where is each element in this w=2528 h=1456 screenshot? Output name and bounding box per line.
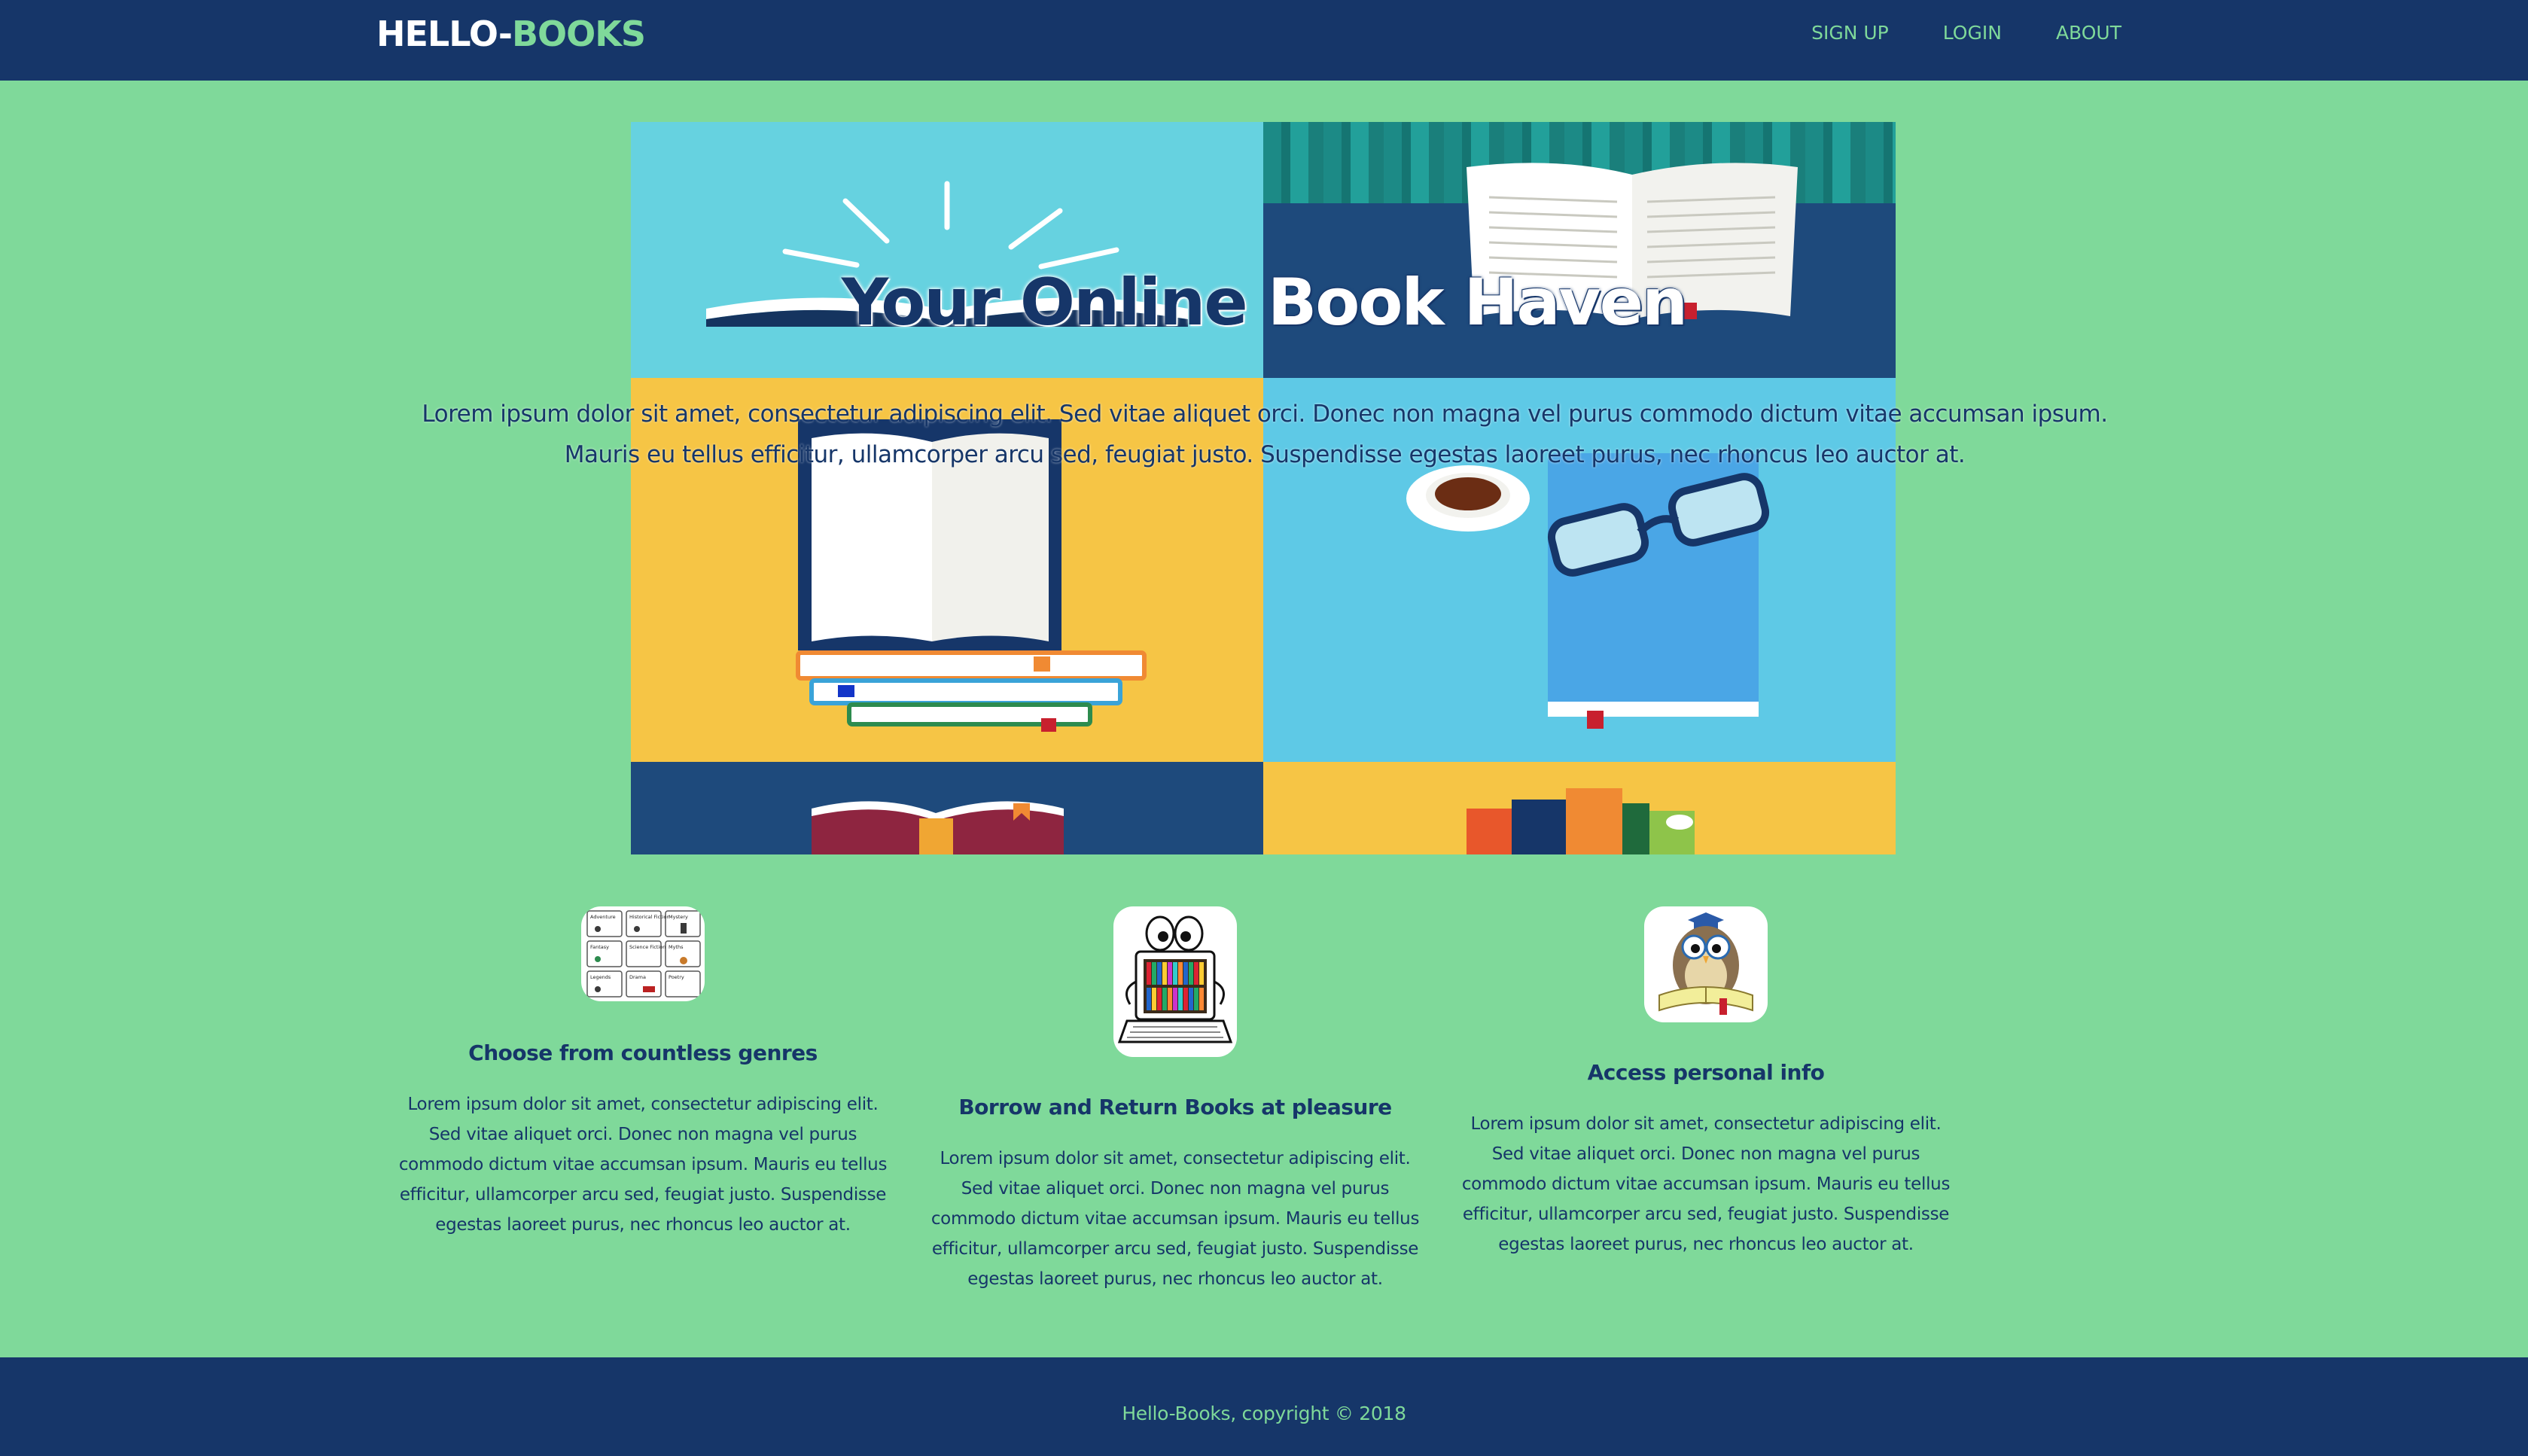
feature-borrow-title: Borrow and Return Books at pleasure — [958, 1095, 1392, 1119]
footer: Hello-Books, copyright © 2018 — [0, 1357, 2528, 1456]
hero-title-part2: Book Haven — [1267, 265, 1688, 340]
feature-personal-info-text: Lorem ipsum dolor sit amet, consectetur … — [1461, 1114, 1951, 1254]
genre-label: Adventure — [590, 914, 616, 920]
feature-personal-info-title: Access personal info — [1587, 1060, 1825, 1085]
footer-copyright: Hello-Books, copyright © 2018 — [1122, 1403, 1406, 1424]
genre-label: Historical Fiction — [629, 914, 670, 920]
hero-title: Your Online Book Haven — [0, 265, 2528, 340]
feature-borrow: Borrow and Return Books at pleasure Lore… — [927, 906, 1424, 1294]
feature-genres: Adventure Historical Fiction Mystery Fan… — [394, 906, 891, 1240]
brand-books: BOOKS — [511, 14, 646, 54]
nav-about-link[interactable]: ABOUT — [2056, 22, 2121, 44]
feature-borrow-text: Lorem ipsum dolor sit amet, consectetur … — [930, 1149, 1420, 1289]
brand-hello: HELLO- — [376, 14, 513, 54]
genre-label: Poetry — [669, 974, 684, 980]
genres-grid-icon: Adventure Historical Fiction Mystery Fan… — [581, 906, 705, 1001]
feature-genres-title: Choose from countless genres — [468, 1040, 818, 1065]
feature-genres-text: Lorem ipsum dolor sit amet, consectetur … — [398, 1095, 888, 1235]
genre-label: Fantasy — [590, 944, 609, 950]
hero-illustration — [706, 163, 1798, 854]
feature-personal-info: Access personal info Lorem ipsum dolor s… — [1457, 906, 1954, 1260]
genre-label: Legends — [590, 974, 611, 980]
owl-reading-icon — [1644, 906, 1768, 1022]
genre-label: Drama — [629, 974, 646, 980]
genre-label: Myths — [669, 944, 684, 950]
nav-login-link[interactable]: LOGIN — [1943, 22, 2002, 44]
hero-image — [631, 122, 1896, 854]
nav-signup-link[interactable]: SIGN UP — [1811, 22, 1889, 44]
brand-logo[interactable]: HELLO-BOOKS — [376, 11, 646, 57]
navbar: HELLO-BOOKS SIGN UP LOGIN ABOUT — [0, 0, 2528, 81]
nav-links: SIGN UP LOGIN ABOUT — [1811, 0, 2121, 65]
genre-label: Mystery — [669, 914, 688, 920]
genre-label: Science Fiction — [629, 944, 666, 950]
hero-description: Lorem ipsum dolor sit amet, consectetur … — [422, 401, 2108, 468]
laptop-bookshelf-icon — [1113, 906, 1237, 1057]
hero-title-part1: Your Online — [841, 265, 1248, 340]
